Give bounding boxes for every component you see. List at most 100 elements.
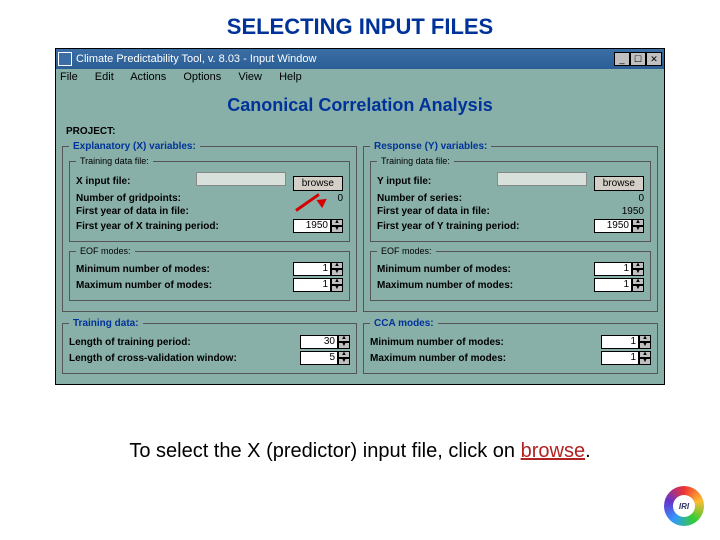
training-data-group: Training data: Length of training period… (62, 318, 357, 374)
close-button[interactable]: ✕ (646, 52, 662, 66)
minimize-button[interactable]: _ (614, 52, 630, 66)
y-firstyear-train-spinner[interactable]: 1950 ▲▼ (594, 219, 644, 233)
iri-logo-text: IRI (673, 495, 695, 517)
chevron-down-icon[interactable]: ▼ (632, 269, 644, 276)
app-window: Climate Predictability Tool, v. 8.03 - I… (55, 48, 665, 385)
menubar: File Edit Actions Options View Help (56, 69, 664, 85)
chevron-down-icon[interactable]: ▼ (639, 342, 651, 349)
y-firstyear-train-label: First year of Y training period: (377, 221, 519, 232)
menu-help[interactable]: Help (279, 71, 302, 83)
chevron-up-icon[interactable]: ▲ (338, 351, 350, 358)
x-training-file-legend: Training data file: (76, 156, 153, 166)
cca-min-value[interactable]: 1 (601, 335, 639, 349)
y-legend: Response (Y) variables: (370, 141, 491, 152)
chevron-down-icon[interactable]: ▼ (338, 342, 350, 349)
x-input-field[interactable] (196, 172, 286, 186)
chevron-up-icon[interactable]: ▲ (331, 219, 343, 226)
y-series-value: 0 (614, 193, 644, 204)
x-min-modes-label: Minimum number of modes: (76, 264, 210, 275)
chevron-up-icon[interactable]: ▲ (639, 335, 651, 342)
x-firstyear-train-label: First year of X training period: (76, 221, 219, 232)
x-max-modes-value[interactable]: 1 (293, 278, 331, 292)
chevron-down-icon[interactable]: ▼ (338, 358, 350, 365)
y-input-field[interactable] (497, 172, 587, 186)
maximize-button[interactable]: ☐ (630, 52, 646, 66)
y-max-modes-label: Maximum number of modes: (377, 280, 513, 291)
x-gridpoints-label: Number of gridpoints: (76, 193, 181, 204)
x-firstyear-train-spinner[interactable]: 1950 ▲▼ (293, 219, 343, 233)
chevron-down-icon[interactable]: ▼ (331, 285, 343, 292)
window-title: Climate Predictability Tool, v. 8.03 - I… (76, 53, 614, 65)
training-cv-label: Length of cross-validation window: (69, 353, 237, 364)
cca-min-spinner[interactable]: 1 ▲▼ (601, 335, 651, 349)
menu-options[interactable]: Options (183, 71, 221, 83)
training-legend: Training data: (69, 318, 143, 329)
chevron-up-icon[interactable]: ▲ (632, 278, 644, 285)
slide-title: SELECTING INPUT FILES (0, 0, 720, 48)
x-input-label: X input file: (76, 176, 130, 187)
x-browse-button[interactable]: browse (293, 176, 343, 191)
x-variables-group: Explanatory (X) variables: Training data… (62, 141, 357, 312)
chevron-up-icon[interactable]: ▲ (338, 335, 350, 342)
y-max-modes-spinner[interactable]: 1 ▲▼ (594, 278, 644, 292)
y-min-modes-label: Minimum number of modes: (377, 264, 511, 275)
x-max-modes-label: Maximum number of modes: (76, 280, 212, 291)
y-max-modes-value[interactable]: 1 (594, 278, 632, 292)
chevron-down-icon[interactable]: ▼ (331, 226, 343, 233)
chevron-down-icon[interactable]: ▼ (632, 226, 644, 233)
cca-max-value[interactable]: 1 (601, 351, 639, 365)
y-browse-button[interactable]: browse (594, 176, 644, 191)
y-series-label: Number of series: (377, 193, 462, 204)
x-max-modes-spinner[interactable]: 1 ▲▼ (293, 278, 343, 292)
menu-edit[interactable]: Edit (95, 71, 114, 83)
x-gridpoints-value: 0 (313, 193, 343, 204)
y-firstyear-file-value: 1950 (614, 206, 644, 217)
y-column: Response (Y) variables: Training data fi… (363, 141, 658, 316)
cca-min-label: Minimum number of modes: (370, 337, 504, 348)
training-length-label: Length of training period: (69, 337, 191, 348)
training-length-value[interactable]: 30 (300, 335, 338, 349)
menu-actions[interactable]: Actions (130, 71, 166, 83)
chevron-up-icon[interactable]: ▲ (331, 262, 343, 269)
cca-legend: CCA modes: (370, 318, 438, 329)
y-eof-group: EOF modes: Minimum number of modes: 1 ▲▼… (370, 246, 651, 301)
y-min-modes-value[interactable]: 1 (594, 262, 632, 276)
training-cv-spinner[interactable]: 5 ▲▼ (300, 351, 350, 365)
slide-caption: To select the X (predictor) input file, … (0, 440, 720, 463)
work-area: Canonical Correlation Analysis PROJECT: … (56, 85, 664, 384)
cca-max-spinner[interactable]: 1 ▲▼ (601, 351, 651, 365)
project-label: PROJECT: (62, 124, 658, 141)
cca-modes-group: CCA modes: Minimum number of modes: 1 ▲▼… (363, 318, 658, 374)
main-heading: Canonical Correlation Analysis (62, 89, 658, 124)
x-column: Explanatory (X) variables: Training data… (62, 141, 357, 316)
chevron-down-icon[interactable]: ▼ (632, 285, 644, 292)
x-legend: Explanatory (X) variables: (69, 141, 200, 152)
x-firstyear-file-label: First year of data in file: (76, 206, 189, 217)
titlebar: Climate Predictability Tool, v. 8.03 - I… (56, 49, 664, 69)
y-firstyear-file-label: First year of data in file: (377, 206, 490, 217)
menu-view[interactable]: View (238, 71, 262, 83)
y-input-label: Y input file: (377, 176, 431, 187)
chevron-up-icon[interactable]: ▲ (632, 262, 644, 269)
x-min-modes-value[interactable]: 1 (293, 262, 331, 276)
chevron-down-icon[interactable]: ▼ (331, 269, 343, 276)
caption-post: . (585, 440, 591, 462)
x-firstyear-train-value[interactable]: 1950 (293, 219, 331, 233)
iri-logo: IRI (664, 486, 704, 526)
x-min-modes-spinner[interactable]: 1 ▲▼ (293, 262, 343, 276)
menu-file[interactable]: File (60, 71, 78, 83)
training-cv-value[interactable]: 5 (300, 351, 338, 365)
chevron-down-icon[interactable]: ▼ (639, 358, 651, 365)
chevron-up-icon[interactable]: ▲ (639, 351, 651, 358)
chevron-up-icon[interactable]: ▲ (632, 219, 644, 226)
training-length-spinner[interactable]: 30 ▲▼ (300, 335, 350, 349)
cca-max-label: Maximum number of modes: (370, 353, 506, 364)
y-variables-group: Response (Y) variables: Training data fi… (363, 141, 658, 312)
x-eof-group: EOF modes: Minimum number of modes: 1 ▲▼… (69, 246, 350, 301)
y-min-modes-spinner[interactable]: 1 ▲▼ (594, 262, 644, 276)
y-firstyear-train-value[interactable]: 1950 (594, 219, 632, 233)
x-eof-legend: EOF modes: (76, 246, 135, 256)
caption-highlight: browse (521, 440, 585, 462)
chevron-up-icon[interactable]: ▲ (331, 278, 343, 285)
y-eof-legend: EOF modes: (377, 246, 436, 256)
